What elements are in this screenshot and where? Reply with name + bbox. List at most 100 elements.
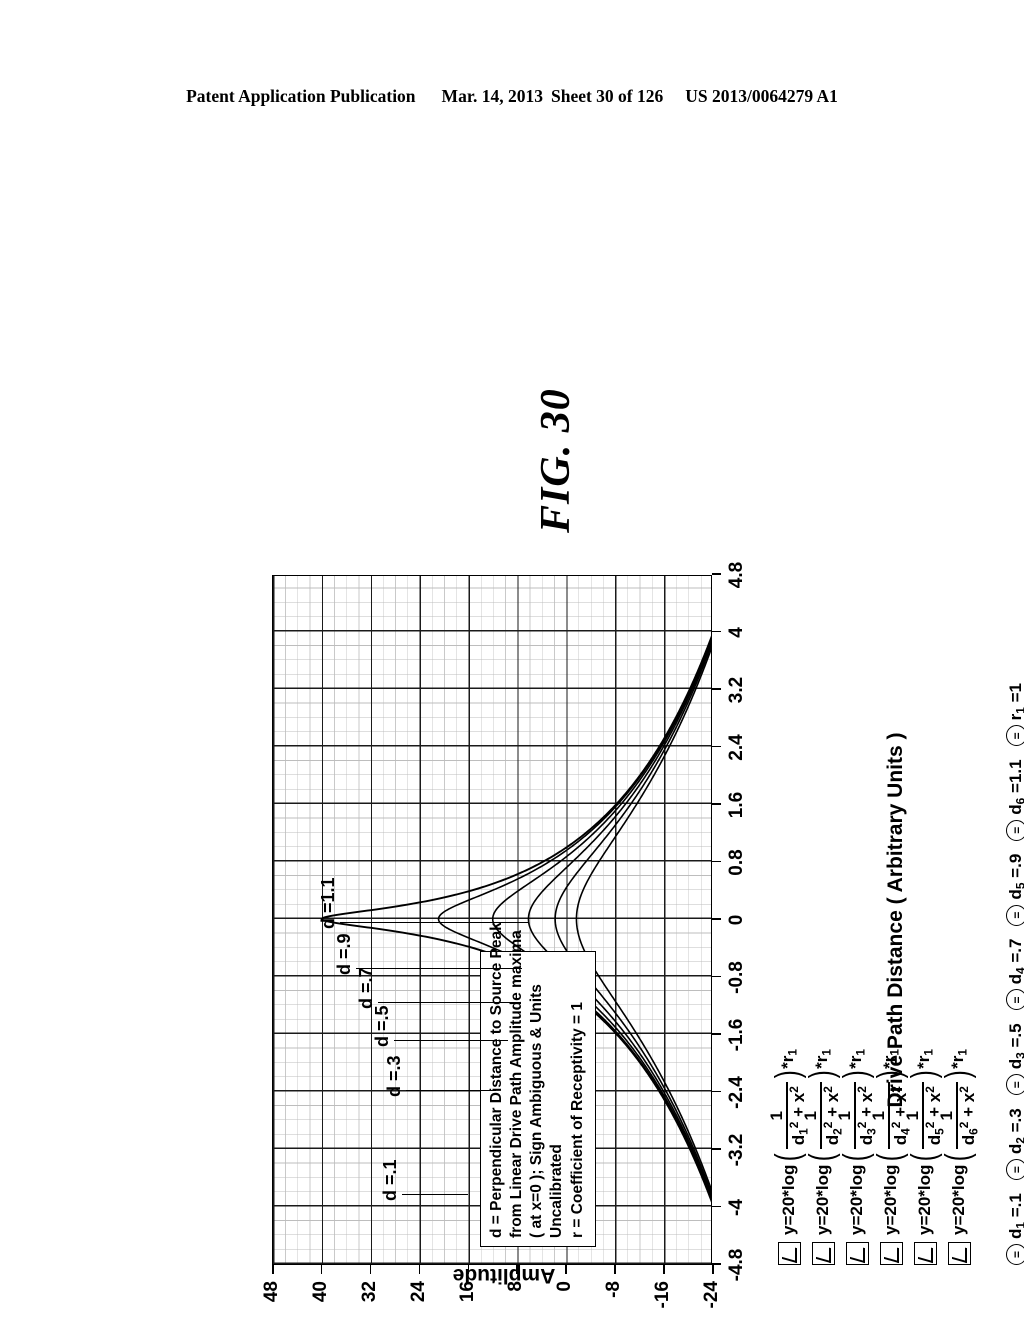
formula-lead: y=20*log bbox=[949, 1164, 968, 1235]
y-tick-mark bbox=[272, 1265, 274, 1274]
curve-label-3: d =.5 bbox=[372, 1005, 392, 1047]
formula-tail: *r1 bbox=[846, 1048, 868, 1069]
equals-circle-icon: = bbox=[1006, 1244, 1024, 1265]
formula-close-paren: ) bbox=[939, 1070, 978, 1079]
header-publication: Patent Application Publication bbox=[186, 86, 416, 106]
formula-open-paren: ( bbox=[939, 1152, 978, 1161]
chart-plot-wrapper: Amplitude -4.8 -4 -3.2 -2.4 -1.6 -0.8 0 0.8 1.6 2… bbox=[261, 562, 907, 1309]
formula-tail: *r1 bbox=[880, 1048, 902, 1069]
y-tick-label: 32 bbox=[358, 1281, 380, 1303]
notes-line-4: Uncalibrated bbox=[548, 1144, 566, 1238]
y-tick-label: 40 bbox=[309, 1281, 331, 1303]
y-tick-label: -8 bbox=[603, 1281, 625, 1298]
y-tick-label: 8 bbox=[505, 1281, 527, 1292]
x-tick-label: 0 bbox=[726, 914, 747, 926]
formula-tail: *r1 bbox=[914, 1048, 936, 1069]
formula-numerator: 1 bbox=[903, 1110, 923, 1121]
formula-open-paren: ( bbox=[905, 1152, 944, 1161]
x-tick-mark bbox=[712, 745, 721, 748]
formula-open-paren: ( bbox=[871, 1152, 910, 1161]
x-tick-label: -4.8 bbox=[726, 1248, 747, 1282]
y-tick-mark bbox=[418, 1265, 421, 1274]
chart-notes-box: d = Perpendicular Distance to Source Pea… bbox=[480, 922, 596, 1247]
formula-tail: *r1 bbox=[948, 1048, 970, 1069]
x-tick-label: -3.2 bbox=[726, 1133, 747, 1167]
notes-line-3: ( at x=0 ); Sign Ambiguous & Units bbox=[528, 984, 546, 1238]
x-tick-mark bbox=[712, 1148, 721, 1150]
formula-plot-toggle-icon[interactable] bbox=[947, 1242, 971, 1265]
formula-numerator: 1 bbox=[835, 1110, 855, 1121]
equals-circle-icon: = bbox=[1006, 819, 1024, 841]
notes-line-5: r = Coefficient of Receptivity = 1 bbox=[568, 1001, 586, 1238]
formula-plot-toggle-icon[interactable] bbox=[879, 1242, 903, 1265]
formula-tail: *r1 bbox=[778, 1048, 800, 1069]
y-tick-mark bbox=[467, 1265, 470, 1274]
equals-circle-icon: = bbox=[1006, 1159, 1024, 1181]
curve-leader-line-1 bbox=[402, 1193, 468, 1195]
formula-plot-toggle-icon[interactable] bbox=[811, 1242, 835, 1265]
curve-label-4: d =.7 bbox=[356, 967, 376, 1009]
equals-circle-icon: = bbox=[1006, 904, 1024, 926]
variable-item[interactable]: = d4 =.7 bbox=[1006, 939, 1024, 1011]
variable-item[interactable]: = d5 =.9 bbox=[1006, 854, 1024, 926]
variable-item[interactable]: = d1 =.1 bbox=[1006, 1193, 1024, 1265]
y-tick-label: 48 bbox=[261, 1281, 282, 1303]
formula-plot-toggle-icon[interactable] bbox=[845, 1242, 869, 1265]
curve-leader-line-3 bbox=[394, 1039, 508, 1041]
variable-text: d4 =.7 bbox=[1006, 938, 1024, 985]
y-tick-mark bbox=[320, 1265, 323, 1274]
x-tick-mark bbox=[712, 860, 721, 863]
formula-lead: y=20*log bbox=[813, 1164, 832, 1235]
variable-item[interactable]: = r1 =1 bbox=[1006, 683, 1024, 747]
y-tick-mark bbox=[663, 1265, 665, 1274]
formula-tail: *r1 bbox=[812, 1048, 834, 1069]
formula-numerator: 1 bbox=[801, 1110, 821, 1121]
variable-value-list: = d1 =.1 = d2 =.3 = d3 =.5 = d4 =.7 = d5 =.9 = d6 =… bbox=[1006, 683, 1024, 1265]
formula-row[interactable]: y=20*log (1 d62 + x2) *r1 bbox=[937, 245, 980, 1265]
formula-close-paren: ) bbox=[871, 1070, 910, 1079]
variable-item[interactable]: = d3 =.5 bbox=[1006, 1023, 1024, 1096]
x-tick-label: 0.8 bbox=[726, 849, 747, 876]
x-tick-mark bbox=[712, 803, 721, 805]
header-date: Mar. 14, 2013 bbox=[441, 86, 543, 106]
y-tick-label: 24 bbox=[407, 1281, 429, 1303]
curve-label-2: d =.3 bbox=[384, 1055, 404, 1097]
formula-close-paren: ) bbox=[769, 1070, 808, 1079]
formula-lead: y=20*log bbox=[915, 1164, 934, 1235]
x-tick-label: -4 bbox=[726, 1199, 747, 1216]
variable-text: d5 =.9 bbox=[1006, 853, 1024, 900]
formula-numerator: 1 bbox=[869, 1110, 889, 1121]
formula-open-paren: ( bbox=[769, 1152, 808, 1161]
formula-lead: y=20*log bbox=[847, 1164, 866, 1235]
curve-label-6: d =1.1 bbox=[318, 877, 338, 929]
formula-open-paren: ( bbox=[803, 1152, 842, 1161]
x-tick-mark bbox=[712, 1033, 721, 1035]
formula-plot-toggle-icon[interactable] bbox=[913, 1242, 937, 1265]
curve-leader-line-4 bbox=[378, 1001, 516, 1003]
formula-open-paren: ( bbox=[837, 1152, 876, 1161]
variable-text: d1 =.1 bbox=[1006, 1193, 1024, 1239]
variable-text: r1 =1 bbox=[1006, 683, 1024, 721]
y-tick-label: 0 bbox=[554, 1281, 576, 1292]
formula-fraction: 1 d62 + x2 bbox=[937, 1082, 981, 1150]
header-document-number: US 2013/0064279 A1 bbox=[685, 86, 838, 106]
x-tick-label: 1.6 bbox=[726, 791, 747, 819]
y-tick-mark bbox=[565, 1265, 567, 1274]
y-tick-label: -16 bbox=[652, 1281, 674, 1309]
curve-leader-line-5 bbox=[356, 967, 522, 969]
y-tick-mark bbox=[369, 1265, 372, 1274]
variable-item[interactable]: = d2 =.3 bbox=[1006, 1108, 1024, 1181]
equals-circle-icon: = bbox=[1006, 989, 1024, 1011]
formula-denominator: d62 + x2 bbox=[956, 1086, 981, 1146]
formula-plot-toggle-icon[interactable] bbox=[777, 1242, 801, 1265]
x-tick-mark bbox=[712, 975, 721, 978]
x-tick-label: -0.8 bbox=[726, 961, 747, 994]
patent-header: Patent Application Publication Mar. 14, 2… bbox=[0, 86, 1024, 107]
x-tick-label: 3.2 bbox=[726, 676, 747, 704]
x-tick-mark bbox=[712, 573, 721, 575]
y-tick-mark bbox=[712, 1265, 714, 1274]
variable-item[interactable]: = d6 =1.1 bbox=[1006, 759, 1024, 841]
x-tick-label: 2.4 bbox=[726, 734, 747, 761]
x-tick-label: -2.4 bbox=[726, 1076, 747, 1109]
curve-label-5: d =.9 bbox=[334, 933, 354, 975]
